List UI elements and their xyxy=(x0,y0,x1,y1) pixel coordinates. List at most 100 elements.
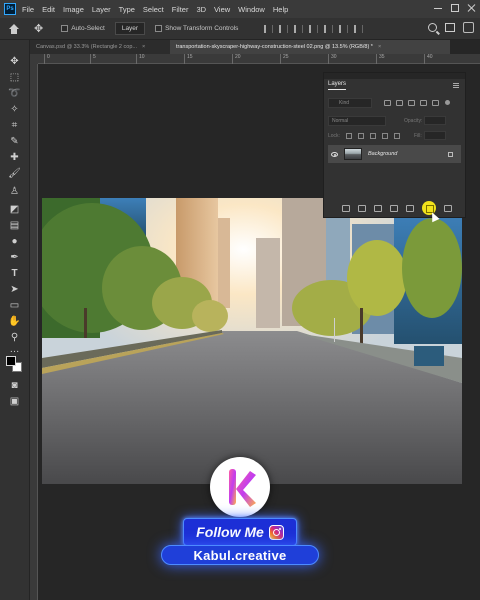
lock-row: Lock: Fill: xyxy=(328,130,461,141)
shape-icon[interactable]: ▭ xyxy=(8,300,21,312)
zoom-icon[interactable]: ⚲ xyxy=(8,332,21,344)
ruler-corner xyxy=(30,54,38,64)
layers-panel: Layers Kind Normal Opacity: Lock: Fill: xyxy=(323,72,466,218)
lock-transparent-icon[interactable] xyxy=(345,132,352,139)
align-center-icon[interactable] xyxy=(279,24,289,33)
close-icon[interactable]: × xyxy=(142,44,145,50)
menu-file[interactable]: File xyxy=(22,5,34,14)
adjustment-filter-icon[interactable] xyxy=(396,99,403,106)
delete-layer-icon[interactable] xyxy=(444,204,452,212)
screen-mode-icon[interactable]: ▣ xyxy=(8,396,21,408)
adjustment-layer-icon[interactable] xyxy=(390,204,398,212)
kind-filter-dropdown[interactable]: Kind xyxy=(328,97,372,108)
tab-label: transportation-skyscraper-highway-constr… xyxy=(176,44,373,50)
marquee-icon[interactable]: ⬚ xyxy=(8,72,21,84)
foreground-color-swatch[interactable] xyxy=(6,356,16,366)
pen-icon[interactable]: ✒ xyxy=(8,252,21,264)
eraser-icon[interactable]: ◩ xyxy=(8,204,21,216)
menu-select[interactable]: Select xyxy=(143,5,164,14)
more-tools-icon[interactable]: … xyxy=(8,344,21,356)
align-middle-icon[interactable] xyxy=(324,24,334,33)
move-tool-icon[interactable]: ✥ xyxy=(34,22,43,35)
layer-filter-row: Kind xyxy=(328,97,461,108)
home-icon[interactable] xyxy=(8,23,20,34)
minimize-icon[interactable] xyxy=(434,4,442,9)
layers-tab[interactable]: Layers xyxy=(328,81,347,90)
filter-toggle-icon[interactable] xyxy=(445,100,450,105)
document-image[interactable] xyxy=(42,198,462,484)
close-icon[interactable] xyxy=(468,4,476,12)
pixel-filter-icon[interactable] xyxy=(384,99,391,106)
quick-mask-icon[interactable]: ◙ xyxy=(8,380,21,392)
healing-icon[interactable]: ✚ xyxy=(8,152,21,164)
dodge-icon[interactable]: ● xyxy=(8,236,21,248)
hand-icon[interactable]: ✋ xyxy=(8,316,21,328)
align-right-icon[interactable] xyxy=(294,24,304,33)
smart-object-filter-icon[interactable] xyxy=(432,99,439,106)
panel-drag-bar[interactable] xyxy=(324,73,465,79)
eye-icon[interactable] xyxy=(331,151,338,157)
brush-icon[interactable]: 🖌 xyxy=(8,168,21,180)
instagram-icon xyxy=(268,524,284,540)
fill-field[interactable] xyxy=(423,131,446,140)
share-icon[interactable] xyxy=(463,22,474,33)
link-layers-icon[interactable] xyxy=(342,204,350,212)
window-controls xyxy=(434,4,476,12)
layer-row-background[interactable]: Background xyxy=(328,145,461,163)
follow-me-text: Follow Me xyxy=(196,524,264,540)
menu-view[interactable]: View xyxy=(214,5,230,14)
menu-window[interactable]: Window xyxy=(238,5,265,14)
tab-canvas[interactable]: Canvas.psd @ 33.3% (Rectangle 2 cop... × xyxy=(30,40,170,54)
search-icon[interactable] xyxy=(428,23,437,32)
menu-help[interactable]: Help xyxy=(273,5,288,14)
fx-icon[interactable] xyxy=(358,204,366,212)
align-left-icon[interactable] xyxy=(264,24,274,33)
opacity-field[interactable] xyxy=(424,116,447,125)
align-bottom-icon[interactable] xyxy=(339,24,349,33)
auto-select-target-dropdown[interactable]: Layer xyxy=(114,22,146,35)
follow-me-banner: Follow Me xyxy=(183,518,297,546)
auto-select-checkbox[interactable] xyxy=(61,25,69,32)
options-right xyxy=(428,22,474,33)
lasso-icon[interactable]: ➰ xyxy=(8,88,21,100)
menu-filter[interactable]: Filter xyxy=(172,5,189,14)
fill-label: Fill: xyxy=(413,132,422,139)
lock-all-icon[interactable] xyxy=(393,132,400,139)
opacity-label: Opacity: xyxy=(404,117,423,124)
lock-image-icon[interactable] xyxy=(357,132,364,139)
lock-icons xyxy=(345,132,400,139)
lock-artboard-icon[interactable] xyxy=(381,132,388,139)
type-icon[interactable]: T xyxy=(8,268,21,280)
type-filter-icon[interactable] xyxy=(408,99,415,106)
menu-image[interactable]: Image xyxy=(63,5,84,14)
lock-position-icon[interactable] xyxy=(369,132,376,139)
move-icon[interactable]: ✥ xyxy=(8,56,21,68)
distribute-icon[interactable] xyxy=(354,24,364,33)
menu-3d[interactable]: 3D xyxy=(196,5,206,14)
menu-edit[interactable]: Edit xyxy=(42,5,55,14)
frame-icon[interactable] xyxy=(445,23,455,32)
menu-layer[interactable]: Layer xyxy=(92,5,111,14)
maximize-icon[interactable] xyxy=(451,4,459,12)
show-transform-controls-checkbox[interactable] xyxy=(155,25,163,32)
new-group-icon[interactable] xyxy=(406,204,414,212)
stamp-icon[interactable]: ♙ xyxy=(8,186,21,198)
panel-menu-icon[interactable] xyxy=(453,83,459,88)
crop-icon[interactable]: ⌗ xyxy=(8,120,21,132)
path-selection-icon[interactable]: ➤ xyxy=(8,284,21,296)
tab-active-document[interactable]: transportation-skyscraper-highway-constr… xyxy=(170,40,450,54)
magic-wand-icon[interactable]: ✧ xyxy=(8,104,21,116)
ruler-tick: 30 xyxy=(328,54,337,64)
eyedropper-icon[interactable]: ✎ xyxy=(8,136,21,148)
ruler-top: 0 5 10 15 20 25 30 35 40 xyxy=(38,54,480,64)
add-mask-icon[interactable] xyxy=(374,204,382,212)
blend-mode-dropdown[interactable]: Normal xyxy=(328,115,386,126)
menu-type[interactable]: Type xyxy=(119,5,135,14)
close-icon[interactable]: × xyxy=(378,44,381,50)
show-transform-controls-label: Show Transform Controls xyxy=(165,25,239,32)
gradient-icon[interactable]: ▤ xyxy=(8,220,21,232)
align-top-icon[interactable] xyxy=(309,24,319,33)
auto-select-label: Auto-Select xyxy=(71,25,105,32)
shape-filter-icon[interactable] xyxy=(420,99,427,106)
layer-thumbnail xyxy=(344,148,362,160)
